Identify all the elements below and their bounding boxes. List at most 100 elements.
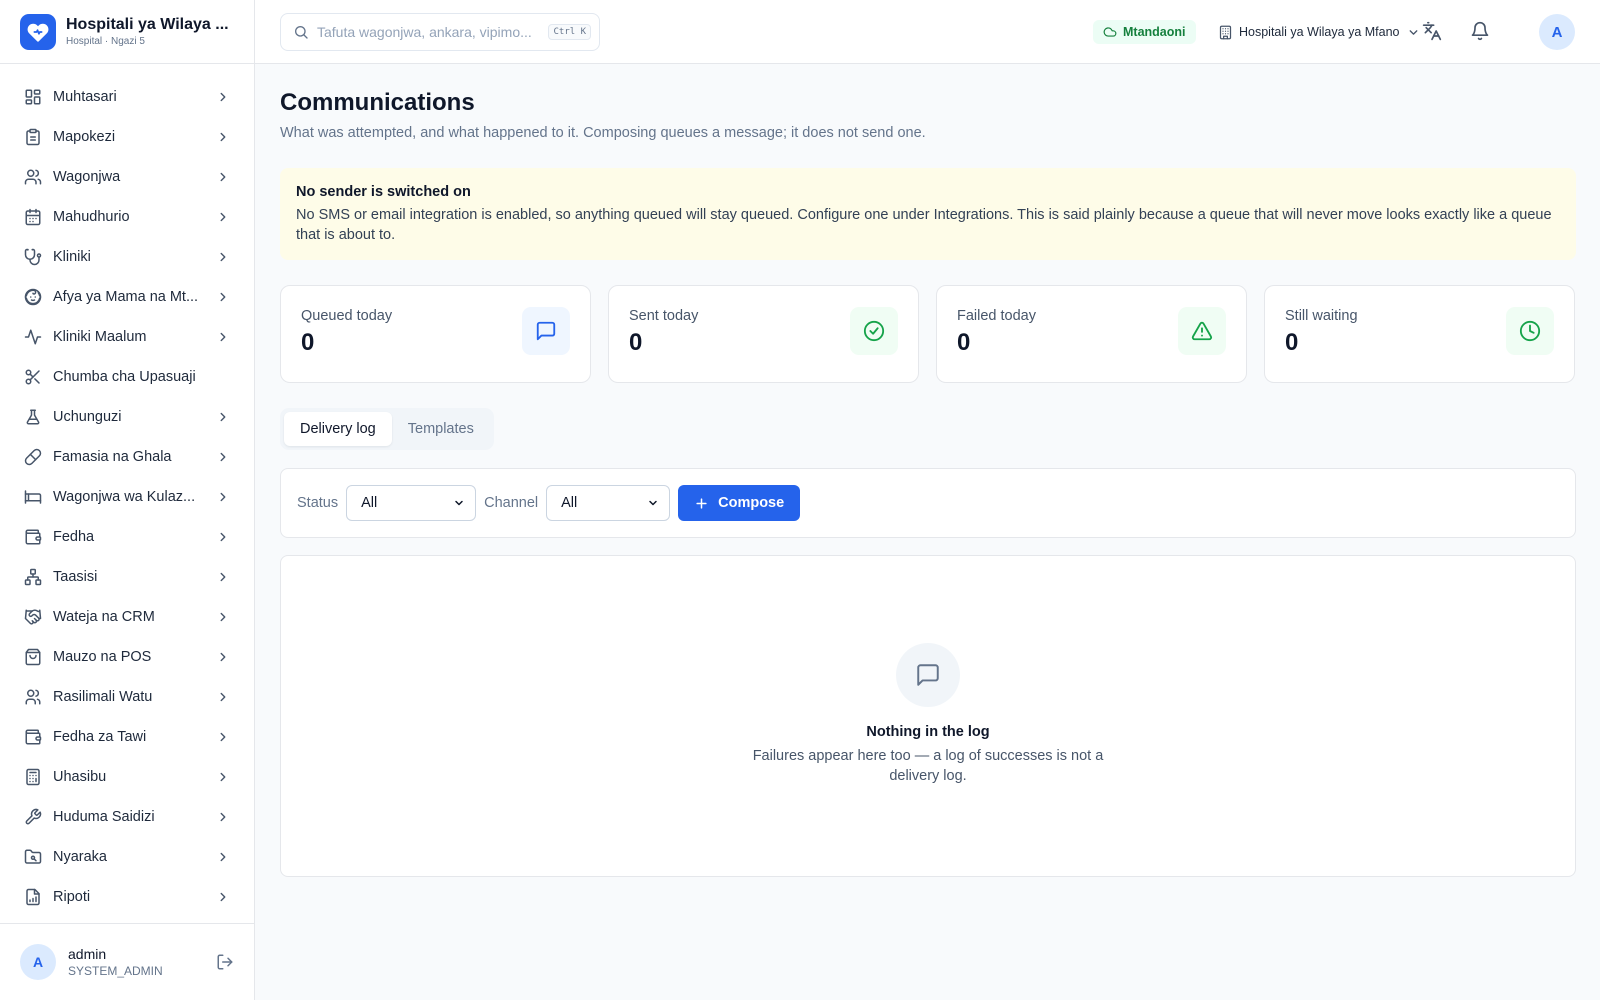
sidebar-item-2[interactable]: Wagonjwa: [0, 157, 254, 197]
building-icon: [1219, 25, 1232, 39]
sidebar-item-12[interactable]: Taasisi: [0, 557, 254, 597]
chevron-right-icon: [216, 210, 230, 224]
brand-name: Hospitali ya Wilaya ...: [66, 16, 229, 33]
sidebar-item-17[interactable]: Uhasibu: [0, 757, 254, 797]
sidebar-item-19[interactable]: Nyaraka: [0, 837, 254, 877]
search-input[interactable]: [317, 24, 549, 40]
calculator-icon: [24, 768, 42, 786]
search-shortcut: Ctrl K: [548, 24, 591, 40]
sidebar-item-label: Uhasibu: [53, 769, 107, 785]
translate-icon[interactable]: [1422, 21, 1442, 41]
tab-templates[interactable]: Templates: [392, 412, 490, 446]
alert-triangle-icon: [1178, 307, 1226, 355]
chevron-right-icon: [216, 330, 230, 344]
sidebar-item-8[interactable]: Uchunguzi: [0, 397, 254, 437]
network-icon: [24, 568, 42, 586]
main-content: Communications What was attempted, and w…: [280, 64, 1576, 877]
sidebar-item-5[interactable]: Afya ya Mama na Mt...: [0, 277, 254, 317]
sidebar-item-label: Huduma Saidizi: [53, 809, 155, 825]
empty-state-body: Failures appear here too — a log of succ…: [752, 748, 1104, 784]
stat-card: Sent today 0: [608, 285, 919, 383]
sidebar-item-9[interactable]: Famasia na Ghala: [0, 437, 254, 477]
sidebar-item-label: Kliniki Maalum: [53, 329, 147, 345]
header-avatar[interactable]: A: [1539, 14, 1575, 50]
status-text: Mtandaoni: [1123, 25, 1186, 39]
user-avatar[interactable]: A: [20, 944, 56, 980]
chevron-right-icon: [216, 850, 230, 864]
brand-subtitle: Hospital · Ngazi 5: [66, 36, 145, 47]
pill-icon: [24, 448, 42, 466]
sidebar-item-label: Fedha: [53, 529, 95, 545]
sidebar-item-7[interactable]: Chumba cha Upasuaji: [0, 357, 254, 397]
user-role: SYSTEM_ADMIN: [68, 964, 163, 978]
sidebar-item-10[interactable]: Wagonjwa wa Kulaz...: [0, 477, 254, 517]
chevron-right-icon: [216, 690, 230, 704]
clipboard-icon: [24, 128, 42, 146]
sidebar-item-4[interactable]: Kliniki: [0, 237, 254, 277]
compose-button[interactable]: Compose: [678, 485, 801, 521]
sidebar-item-label: Famasia na Ghala: [53, 449, 172, 465]
channel-filter-select[interactable]: All: [546, 485, 671, 521]
facility-selector[interactable]: Hospitali ya Wilaya ya Mfano: [1218, 20, 1420, 44]
sidebar-item-13[interactable]: Wateja na CRM: [0, 597, 254, 637]
sidebar-item-11[interactable]: Fedha: [0, 517, 254, 557]
logout-icon[interactable]: [216, 953, 234, 971]
sidebar-item-18[interactable]: Huduma Saidizi: [0, 797, 254, 837]
bell-icon[interactable]: [1470, 21, 1490, 41]
sidebar-item-label: Mapokezi: [53, 129, 116, 145]
sidebar-item-3[interactable]: Mahudhurio: [0, 197, 254, 237]
chevron-right-icon: [216, 130, 230, 144]
filter-bar: Status All Channel All Compose: [280, 468, 1576, 538]
facility-name: Hospitali ya Wilaya ya Mfano: [1239, 25, 1400, 39]
stat-card: Failed today 0: [936, 285, 1247, 383]
chevron-right-icon: [216, 410, 230, 424]
chevron-right-icon: [216, 610, 230, 624]
sidebar-item-label: Mauzo na POS: [53, 649, 152, 665]
page-subtitle: What was attempted, and what happened to…: [280, 125, 926, 141]
tab-delivery-log[interactable]: Delivery log: [284, 412, 392, 446]
status-filter-select[interactable]: All: [346, 485, 477, 521]
user-group-icon: [24, 688, 42, 706]
sidebar-item-20[interactable]: Ripoti: [0, 877, 254, 917]
sidebar-item-16[interactable]: Fedha za Tawi: [0, 717, 254, 757]
handshake-icon: [24, 608, 42, 626]
notice-body: No SMS or email integration is enabled, …: [296, 207, 1552, 243]
user-name: admin: [68, 946, 107, 962]
report-icon: [24, 888, 42, 906]
chevron-right-icon: [216, 90, 230, 104]
sidebar-item-label: Rasilimali Watu: [53, 689, 153, 705]
empty-state-title: Nothing in the log: [866, 724, 990, 740]
scissors-icon: [24, 368, 42, 386]
sidebar-item-label: Taasisi: [53, 569, 98, 585]
wrench-icon: [24, 808, 42, 826]
wallet-icon: [24, 528, 42, 546]
sidebar-item-label: Mahudhurio: [53, 209, 130, 225]
sidebar-item-1[interactable]: Mapokezi: [0, 117, 254, 157]
activity-icon: [24, 328, 42, 346]
brand[interactable]: Hospitali ya Wilaya ... Hospital · Ngazi…: [0, 0, 254, 64]
user-panel: A admin SYSTEM_ADMIN: [0, 923, 254, 1000]
search-box[interactable]: Ctrl K: [280, 13, 600, 51]
cloud-icon: [1103, 27, 1117, 37]
sidebar-item-15[interactable]: Rasilimali Watu: [0, 677, 254, 717]
sidebar-item-6[interactable]: Kliniki Maalum: [0, 317, 254, 357]
channel-filter-value: All: [561, 495, 578, 511]
heart-logo-icon: [20, 13, 56, 50]
stat-card: Still waiting 0: [1264, 285, 1575, 383]
sidebar-item-label: Wagonjwa wa Kulaz...: [53, 489, 196, 505]
stat-card: Queued today 0: [280, 285, 591, 383]
chevron-right-icon: [216, 730, 230, 744]
sidebar-item-label: Fedha za Tawi: [53, 729, 147, 745]
chevron-right-icon: [216, 450, 230, 464]
status-filter-value: All: [361, 495, 378, 511]
sidebar-item-0[interactable]: Muhtasari: [0, 77, 254, 117]
sidebar-item-label: Nyaraka: [53, 849, 107, 865]
sidebar-item-label: Kliniki: [53, 249, 91, 265]
chevron-down-icon: [455, 500, 463, 506]
top-bar: Ctrl K Mtandaoni Hospitali ya Wilaya ya …: [255, 0, 1600, 64]
notice-title: No sender is switched on: [296, 184, 471, 200]
chevron-right-icon: [216, 250, 230, 264]
chevron-right-icon: [216, 290, 230, 304]
sidebar-item-14[interactable]: Mauzo na POS: [0, 637, 254, 677]
shopping-bag-icon: [24, 648, 42, 666]
